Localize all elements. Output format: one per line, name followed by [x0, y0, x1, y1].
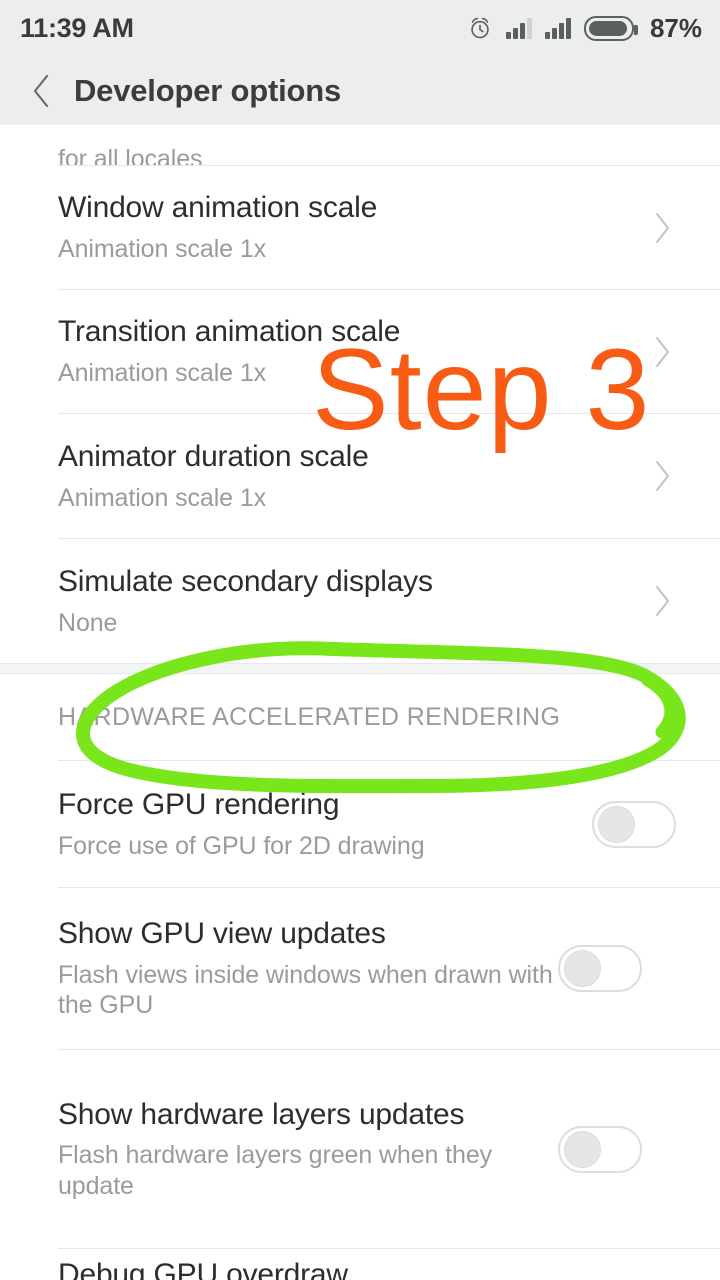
row-subtitle: Animation scale 1x [58, 483, 267, 512]
list-item-animator-duration-scale[interactable]: Animator duration scale Animation scale … [0, 414, 720, 538]
toggle-force-gpu-rendering[interactable] [592, 800, 676, 848]
status-bar: 11:39 AM 87% [0, 0, 720, 56]
chevron-right-icon [656, 586, 669, 616]
alarm-clock-icon [471, 17, 489, 39]
section-separator [0, 663, 720, 674]
signal-icon-sim1 [505, 17, 532, 39]
toggle-show-hardware-layers-updates[interactable] [558, 1125, 642, 1173]
list-item-transition-animation-scale[interactable]: Transition animation scale Animation sca… [0, 290, 720, 413]
chevron-right-icon [656, 461, 669, 491]
list-item-simulate-secondary-displays[interactable]: Simulate secondary displays None [0, 539, 720, 663]
partial-row-bottom-title: Debug GPU overdraw [58, 1258, 348, 1280]
row-title: Show hardware layers updates [58, 1097, 465, 1131]
section-header-hardware-accelerated-rendering: HARDWARE ACCELERATED RENDERING [0, 674, 720, 760]
row-subtitle: Flash hardware layers green when they up… [58, 1141, 493, 1200]
settings-list: for all locales Window animation scale A… [0, 125, 720, 1280]
row-subtitle: Force use of GPU for 2D drawing [58, 831, 425, 860]
toggle-knob [564, 950, 601, 987]
list-item-window-animation-scale[interactable]: Window animation scale Animation scale 1… [0, 166, 720, 289]
row-title: Animator duration scale [58, 439, 369, 473]
partial-row-bottom[interactable]: Debug GPU overdraw [0, 1249, 720, 1280]
chevron-right-icon [656, 336, 669, 367]
back-chevron-icon[interactable] [30, 73, 52, 109]
row-title: Transition animation scale [58, 315, 401, 349]
section-header-label: HARDWARE ACCELERATED RENDERING [58, 702, 561, 731]
phone-screen: 11:39 AM 87% Developer options for all l… [0, 0, 720, 1280]
signal-icon-sim2 [544, 17, 571, 39]
row-subtitle: Flash views inside windows when drawn wi… [58, 960, 553, 1020]
row-title: Force GPU rendering [58, 787, 340, 821]
row-title: Show GPU view updates [58, 917, 386, 951]
row-subtitle: None [58, 608, 118, 637]
chevron-right-icon [656, 212, 669, 243]
page-title: Developer options [74, 72, 342, 108]
row-subtitle: Animation scale 1x [58, 235, 267, 264]
list-item-show-gpu-view-updates[interactable]: Show GPU view updates Flash views inside… [0, 888, 720, 1049]
list-item-show-hardware-layers-updates[interactable]: Show hardware layers updates Flash hardw… [0, 1050, 720, 1248]
status-time: 11:39 AM [20, 12, 134, 43]
app-bar: Developer options [0, 56, 720, 125]
row-title: Window animation scale [58, 191, 378, 225]
toggle-show-gpu-view-updates[interactable] [558, 945, 642, 992]
partial-row-top-subtitle: for all locales [58, 144, 203, 166]
row-subtitle: Animation scale 1x [58, 359, 267, 388]
row-title: Simulate secondary displays [58, 564, 433, 598]
battery-icon [583, 15, 638, 41]
battery-percent: 87% [649, 12, 702, 43]
toggle-knob [564, 1130, 601, 1168]
list-item-force-gpu-rendering[interactable]: Force GPU rendering Force use of GPU for… [0, 761, 720, 887]
partial-row-top[interactable]: for all locales [0, 125, 720, 166]
toggle-knob [598, 805, 635, 843]
status-icons: 87% [467, 13, 702, 44]
